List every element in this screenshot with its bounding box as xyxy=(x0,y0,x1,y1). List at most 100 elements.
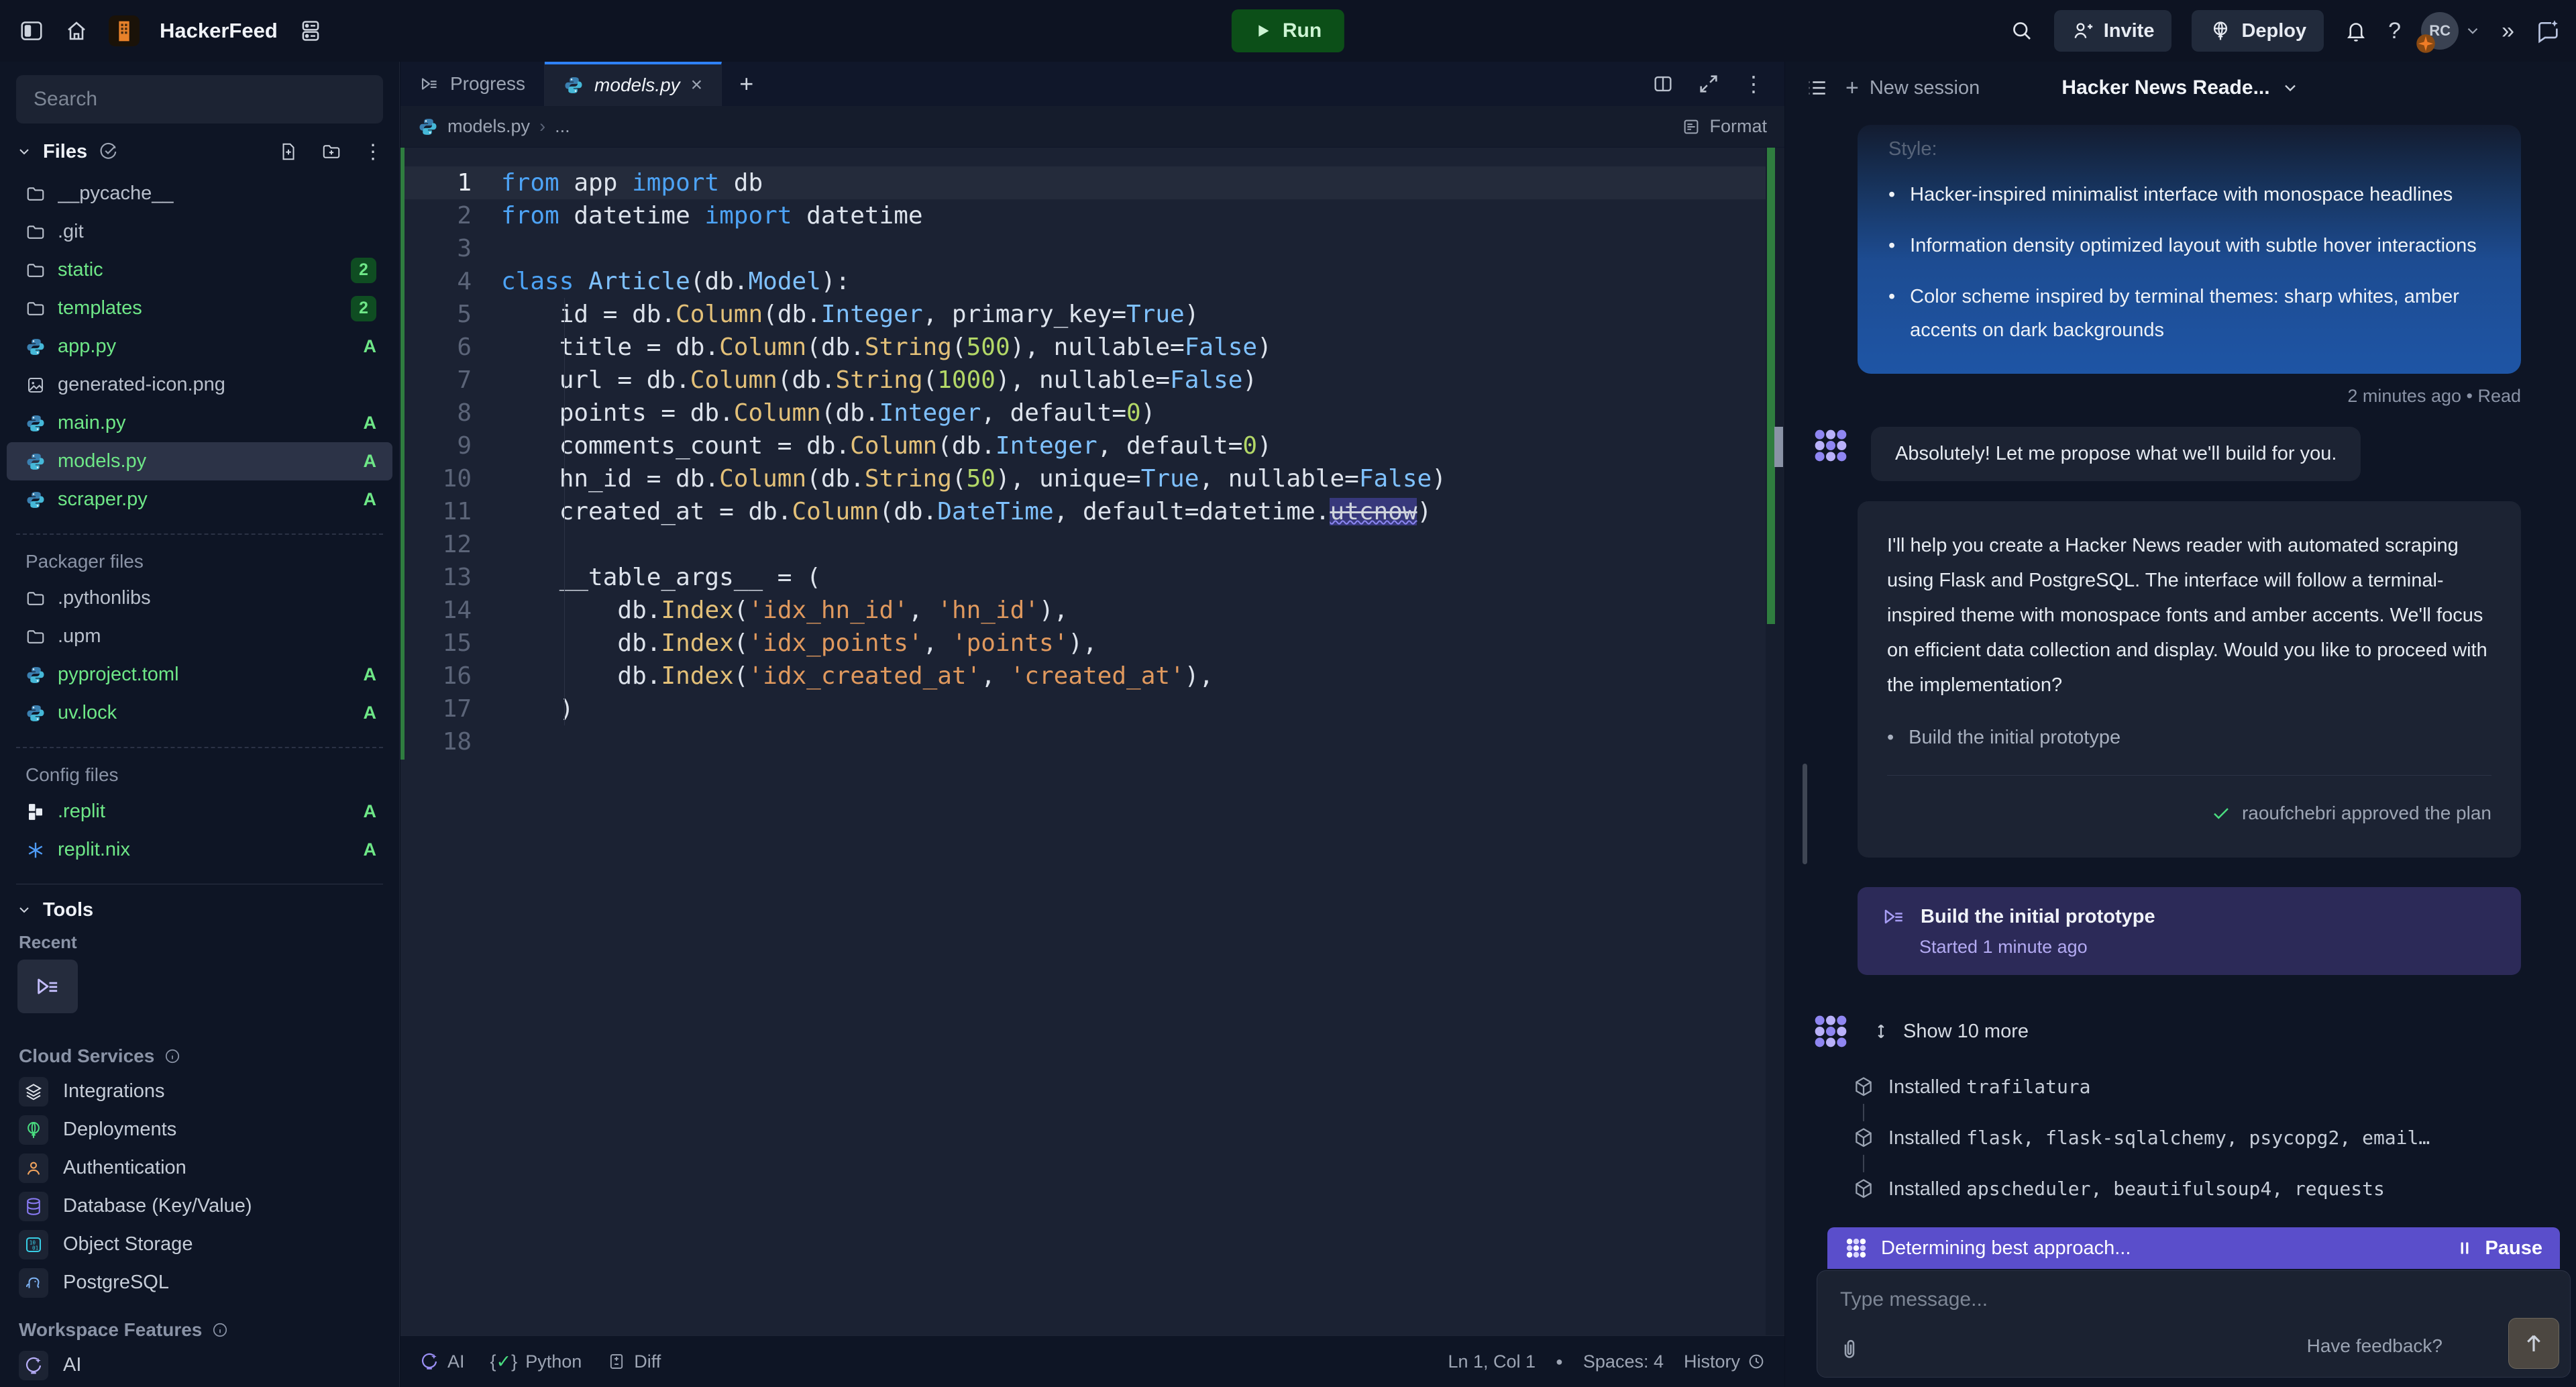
file-row--replit[interactable]: .replitA xyxy=(0,792,399,831)
sidebar-item-authentication[interactable]: Authentication xyxy=(0,1149,399,1187)
session-list-icon[interactable] xyxy=(1805,76,1828,99)
app-icon[interactable] xyxy=(109,15,140,46)
feedback-link[interactable]: Have feedback? xyxy=(2307,1335,2443,1357)
code-line-9[interactable]: 9 comments_count = db.Column(db.Integer,… xyxy=(400,429,1784,462)
tab-models-py[interactable]: models.py × xyxy=(545,62,722,106)
code-line-11[interactable]: 11 created_at = db.Column(db.DateTime, d… xyxy=(400,495,1784,528)
scrollbar-thumb[interactable] xyxy=(1774,427,1783,467)
file-row--git[interactable]: .git xyxy=(0,213,399,251)
message-composer[interactable]: Type message... Have feedback? xyxy=(1817,1270,2571,1378)
format-button[interactable]: Format xyxy=(1681,116,1767,137)
tools-header[interactable]: Tools xyxy=(0,891,399,929)
split-pane-icon[interactable] xyxy=(1652,72,1674,95)
code-line-1[interactable]: 1from app import db xyxy=(400,166,1784,199)
code-line-15[interactable]: 15 db.Index('idx_points', 'points'), xyxy=(400,627,1784,660)
new-file-icon[interactable] xyxy=(278,142,299,162)
help-icon[interactable]: ? xyxy=(2388,18,2401,44)
code-line-13[interactable]: 13 __table_args__ = ( xyxy=(400,561,1784,594)
code-line-5[interactable]: 5 id = db.Column(db.Integer, primary_key… xyxy=(400,298,1784,331)
code-line-4[interactable]: 4class Article(db.Model): xyxy=(400,265,1784,298)
recent-tool-console-button[interactable] xyxy=(17,960,78,1013)
file-row-generated-icon-png[interactable]: generated-icon.png xyxy=(0,366,399,404)
session-title[interactable]: Hacker News Reade... xyxy=(2061,76,2269,99)
overview-ruler[interactable] xyxy=(1766,148,1784,1335)
expand-icon[interactable] xyxy=(1697,72,1720,95)
code-line-6[interactable]: 6 title = db.Column(db.String(500), null… xyxy=(400,331,1784,364)
tab-progress[interactable]: Progress xyxy=(400,62,545,106)
home-icon[interactable] xyxy=(64,19,89,43)
new-folder-icon[interactable] xyxy=(321,142,341,162)
line-number: 1 xyxy=(400,166,501,199)
sidebar-item-database-key-value-[interactable]: Database (Key/Value) xyxy=(0,1187,399,1225)
file-row-app-py[interactable]: app.pyA xyxy=(0,327,399,366)
code-line-8[interactable]: 8 points = db.Column(db.Integer, default… xyxy=(400,397,1784,429)
status-diff[interactable]: Diff xyxy=(607,1351,661,1372)
agent-chat-scroll[interactable]: Style: •Hacker-inspired minimalist inter… xyxy=(1785,114,2576,1219)
file-label: main.py xyxy=(58,412,352,434)
code-line-2[interactable]: 2from datetime import datetime xyxy=(400,199,1784,232)
info-icon[interactable] xyxy=(164,1047,181,1065)
code-editor[interactable]: 1from app import db2from datetime import… xyxy=(400,148,1784,1335)
new-tab-button[interactable]: + xyxy=(722,62,771,106)
file-row--pythonlibs[interactable]: .pythonlibs xyxy=(0,579,399,617)
attachment-paperclip-icon[interactable] xyxy=(1837,1338,1862,1362)
breadcrumb-file[interactable]: models.py xyxy=(447,116,530,137)
file-row-scraper-py[interactable]: scraper.pyA xyxy=(0,480,399,519)
file-row-templates[interactable]: templates2 xyxy=(0,289,399,327)
file-row-pyproject-toml[interactable]: pyproject.tomlA xyxy=(0,656,399,694)
files-kebab-menu-icon[interactable]: ⋮ xyxy=(363,140,383,164)
code-line-16[interactable]: 16 db.Index('idx_created_at', 'created_a… xyxy=(400,660,1784,692)
sidebar-item-ai[interactable]: AI xyxy=(0,1346,399,1384)
breadcrumb-rest[interactable]: ... xyxy=(555,116,570,137)
tab-progress-label: Progress xyxy=(450,73,525,95)
file-row-models-py[interactable]: models.pyA xyxy=(7,442,392,480)
status-indentation[interactable]: Spaces: 4 xyxy=(1583,1351,1664,1372)
status-ai[interactable]: AI xyxy=(419,1351,465,1372)
status-language[interactable]: {✓} Python xyxy=(490,1351,582,1372)
file-row-replit-nix[interactable]: replit.nixA xyxy=(0,831,399,869)
sidebar-search-input[interactable]: Search xyxy=(16,75,383,123)
chevron-down-icon[interactable] xyxy=(16,144,32,160)
status-cursor-position[interactable]: Ln 1, Col 1 xyxy=(1448,1351,1536,1372)
collapse-panel-icon[interactable]: » xyxy=(2502,18,2514,44)
sidebar-item-postgresql[interactable]: PostgreSQL xyxy=(0,1264,399,1302)
info-icon[interactable] xyxy=(211,1321,229,1339)
invite-button[interactable]: Invite xyxy=(2054,10,2172,52)
file-row-main-py[interactable]: main.pyA xyxy=(0,404,399,442)
sidebar-item-integrations[interactable]: Integrations xyxy=(0,1072,399,1111)
show-more-button[interactable]: Show 10 more xyxy=(1871,1021,2029,1043)
ai-chat-icon[interactable] xyxy=(2534,17,2561,44)
pause-button[interactable]: Pause xyxy=(2456,1237,2542,1260)
code-line-10[interactable]: 10 hn_id = db.Column(db.String(50), uniq… xyxy=(400,462,1784,495)
file-row-uv-lock[interactable]: uv.lockA xyxy=(0,694,399,732)
search-icon[interactable] xyxy=(2010,19,2034,43)
run-button[interactable]: Run xyxy=(1232,9,1344,52)
code-line-3[interactable]: 3 xyxy=(400,232,1784,265)
file-row-static[interactable]: static2 xyxy=(0,251,399,289)
new-session-button[interactable]: + New session xyxy=(1845,75,1980,101)
notifications-bell-icon[interactable] xyxy=(2344,19,2368,43)
code-line-17[interactable]: 17 ) xyxy=(400,692,1784,725)
panel-scrollbar-thumb[interactable] xyxy=(1803,764,1807,864)
code-line-7[interactable]: 7 url = db.Column(db.String(1000), nulla… xyxy=(400,364,1784,397)
ai-icon xyxy=(23,1355,44,1376)
sidebar-item-object-storage[interactable]: 1001Object Storage xyxy=(0,1225,399,1264)
agent-plan-bullet: • Build the initial prototype xyxy=(1887,720,2491,755)
task-card[interactable]: Build the initial prototype Started 1 mi… xyxy=(1858,887,2521,975)
code-line-14[interactable]: 14 db.Index('idx_hn_id', 'hn_id'), xyxy=(400,594,1784,627)
file-row--pycache-[interactable]: __pycache__ xyxy=(0,174,399,213)
deploy-button[interactable]: Deploy xyxy=(2192,10,2324,52)
file-row--upm[interactable]: .upm xyxy=(0,617,399,656)
code-line-12[interactable]: 12 xyxy=(400,528,1784,561)
account-menu[interactable]: RC xyxy=(2421,12,2481,50)
status-history[interactable]: History xyxy=(1684,1351,1766,1372)
close-tab-icon[interactable]: × xyxy=(691,74,703,97)
check-circle-icon[interactable] xyxy=(98,142,118,162)
editor-kebab-menu-icon[interactable]: ⋮ xyxy=(1743,71,1764,97)
chevron-down-icon[interactable] xyxy=(2281,79,2300,97)
sidebar-toggle-icon[interactable] xyxy=(19,18,44,44)
code-line-18[interactable]: 18 xyxy=(400,725,1784,758)
sidebar-item-deployments[interactable]: Deployments xyxy=(0,1111,399,1149)
server-stack-icon[interactable] xyxy=(298,18,323,44)
send-button[interactable] xyxy=(2508,1318,2559,1369)
